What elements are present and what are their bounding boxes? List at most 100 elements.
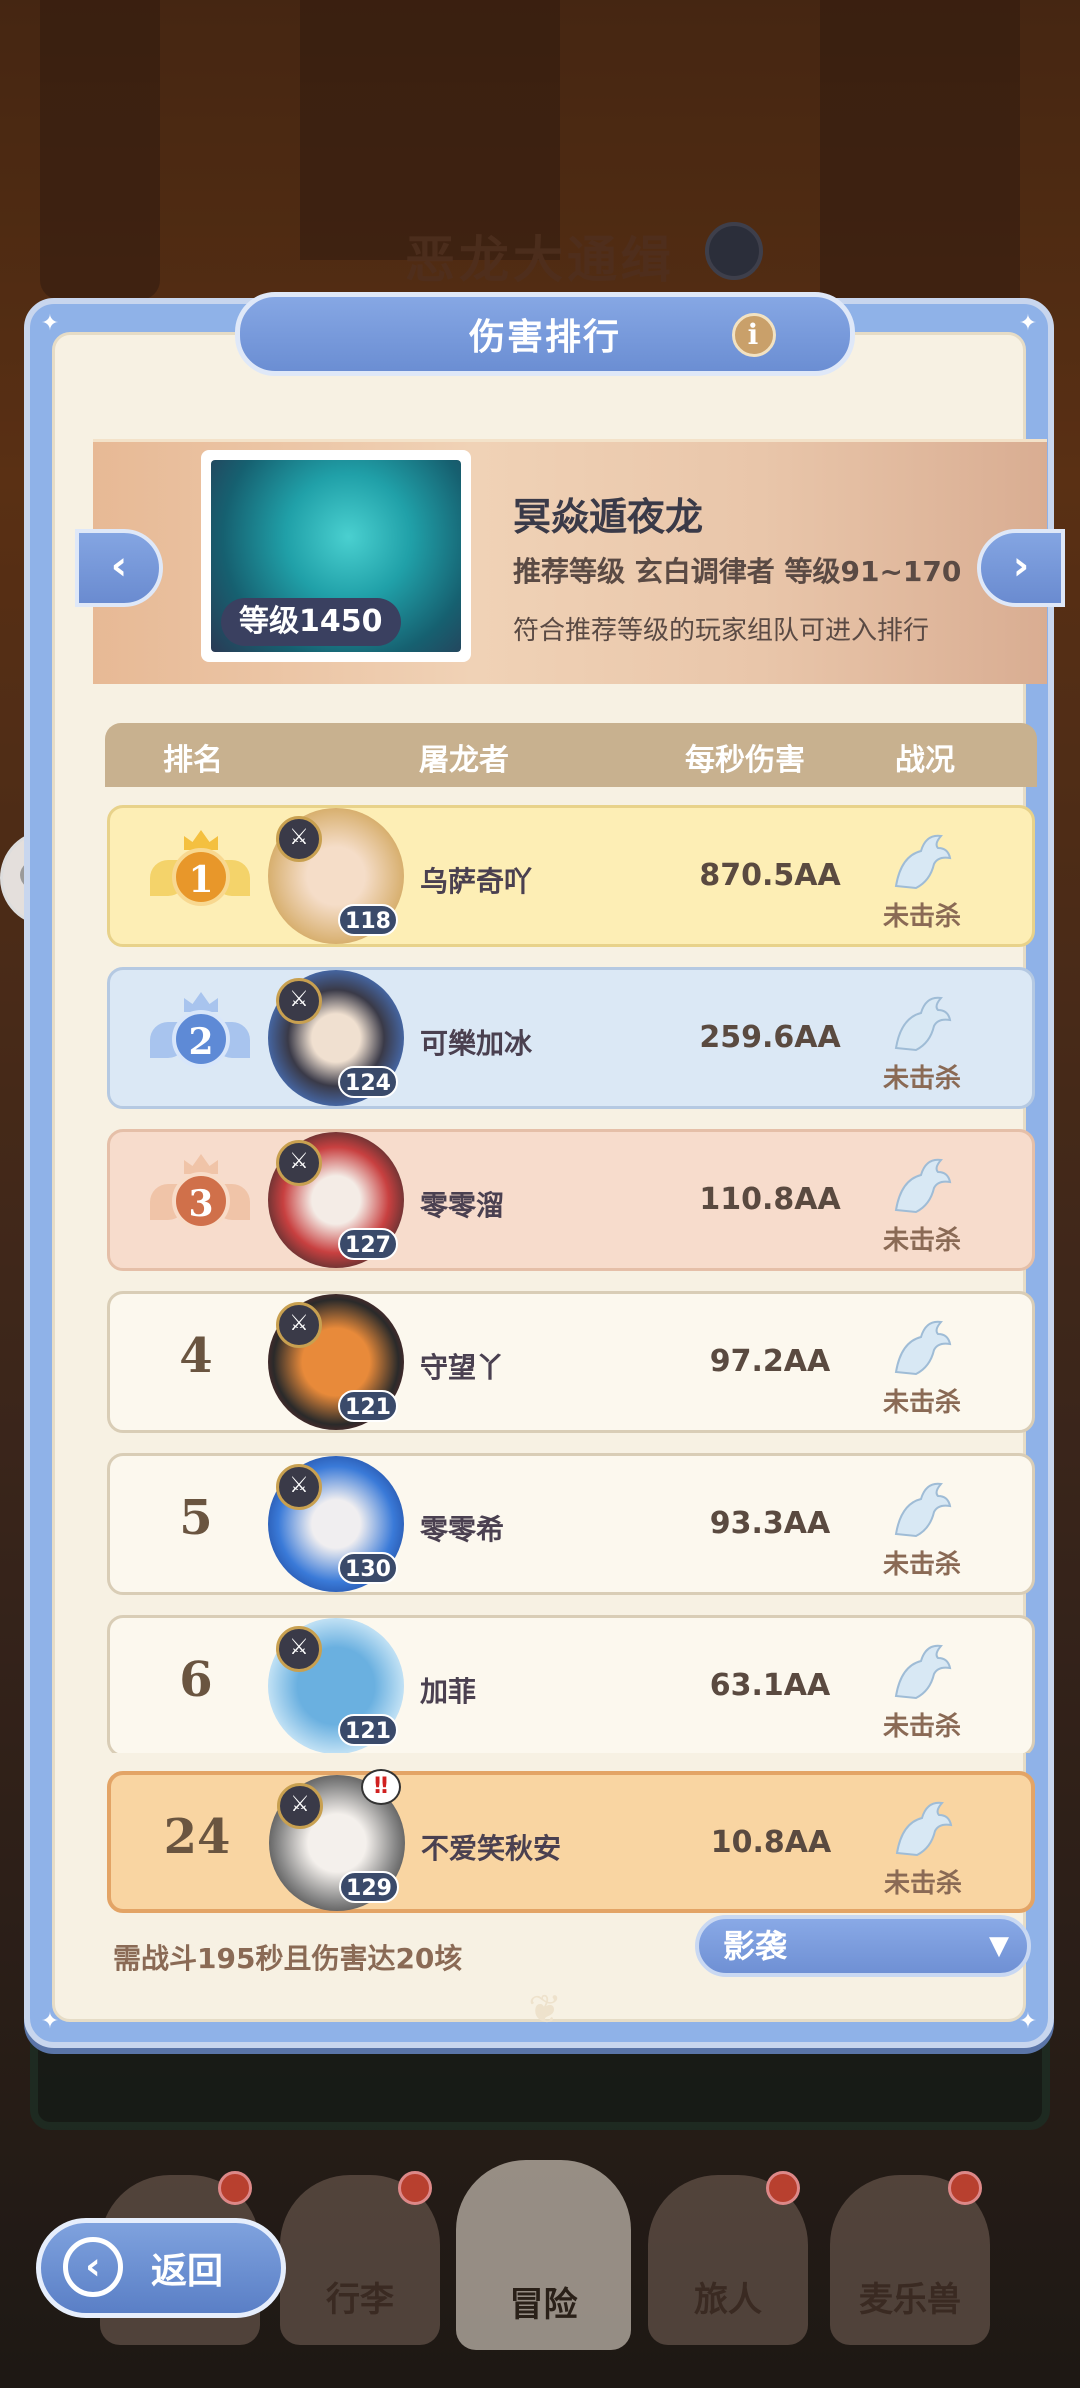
notification-dot-icon (218, 2171, 252, 2205)
nav-item-pet[interactable]: 麦乐兽 (830, 2171, 990, 2345)
corner-star-icon: ✦ (1018, 311, 1038, 336)
nav-item-adventure[interactable]: 冒险 (456, 2160, 631, 2350)
class-badge-icon: ⚔ (277, 1783, 323, 1829)
my-kill-status: 未击杀 (883, 1869, 962, 1899)
dragon-status-icon (894, 1644, 952, 1700)
nav-label-adventure: 冒险 (509, 2285, 578, 2325)
my-player-level: 129 (339, 1871, 399, 1903)
dragon-status-icon (894, 1482, 952, 1538)
kill-status: 未击杀 (882, 1550, 961, 1580)
my-ranking-row[interactable]: 24 ⚔ ‼ 129 不爱笑秋安 10.8AA 未击杀 (107, 1769, 1035, 1913)
ranking-list[interactable]: 1 ⚔ 118 乌萨奇吖 870.5AA 未击杀 2 ⚔ 124 可樂加冰 25… (107, 805, 1035, 1753)
avatar[interactable]: ⚔ 130 (268, 1456, 408, 1592)
player-level: 127 (338, 1228, 398, 1260)
medal-crown (184, 1154, 218, 1174)
my-player-name: 不爱笑秋安 (421, 1832, 562, 1865)
player-name: 乌萨奇吖 (420, 865, 533, 898)
kill-status: 未击杀 (882, 1064, 961, 1094)
ranking-row[interactable]: 2 ⚔ 124 可樂加冰 259.6AA 未击杀 (107, 967, 1035, 1109)
rank-number: 6 (179, 1652, 213, 1708)
player-dps: 110.8AA (699, 1182, 841, 1217)
avatar[interactable]: ⚔ 121 (268, 1294, 408, 1430)
panel-title: 伤害排行 (468, 317, 621, 358)
boss-requirement: 推荐等级 玄白调律者 等级91~170 (513, 555, 962, 588)
player-dps: 93.3AA (709, 1506, 831, 1541)
rank-number: 3 (172, 1172, 230, 1230)
player-dps: 259.6AA (699, 1020, 841, 1055)
player-name: 零零希 (420, 1513, 505, 1546)
class-badge-icon: ⚔ (276, 1302, 322, 1348)
ranking-requirement-note: 需战斗195秒且伤害达20垓 (113, 1942, 463, 1975)
player-name: 守望丫 (420, 1351, 505, 1384)
back-button[interactable]: ‹ 返回 (36, 2218, 286, 2318)
boss-banner: ‹ › 等级1450 冥焱遁夜龙 推荐等级 玄白调律者 等级91~170 符合推… (75, 439, 1065, 684)
class-badge-icon: ⚔ (276, 1464, 322, 1510)
rank-number: 4 (179, 1328, 213, 1384)
mode-selected-value: 影袭 (723, 1927, 788, 1965)
back-label: 返回 (151, 2251, 224, 2292)
boss-level-badge: 等级1450 (221, 598, 401, 646)
player-dps: 63.1AA (709, 1668, 831, 1703)
dragon-image: 等级1450 (211, 460, 461, 652)
dragon-status-icon (894, 996, 952, 1052)
header-slayer: 屠龙者 (419, 743, 509, 778)
chevron-down-icon: ▼ (989, 1931, 1009, 1961)
notification-dot-icon (398, 2171, 432, 2205)
panel-content: ‹ › 等级1450 冥焱遁夜龙 推荐等级 玄白调律者 等级91~170 符合推… (52, 332, 1065, 2033)
avatar[interactable]: ⚔ 121 (268, 1618, 408, 1753)
prev-boss-button[interactable]: ‹ (75, 529, 163, 607)
surprise-icon: ‼ (361, 1769, 401, 1805)
player-level: 121 (338, 1714, 398, 1746)
panel-title-bar: 伤害排行 i (235, 292, 855, 376)
mode-select-dropdown[interactable]: 影袭 ▼ (695, 1915, 1031, 1977)
nav-item-luggage[interactable]: 行李 (280, 2171, 440, 2345)
corner-star-icon: ✦ (40, 311, 60, 336)
header-status: 战况 (895, 743, 955, 778)
info-icon[interactable]: i (732, 313, 776, 357)
class-badge-icon: ⚔ (276, 1626, 322, 1672)
avatar[interactable]: ⚔ 118 (268, 808, 408, 944)
header-rank: 排名 (163, 743, 223, 778)
dragon-status-icon (895, 1801, 953, 1857)
notification-dot-icon (766, 2171, 800, 2205)
player-level: 130 (338, 1552, 398, 1584)
avatar[interactable]: ⚔ 127 (268, 1132, 408, 1268)
panel-ornament-icon: ❦ (528, 1987, 562, 2033)
ranking-table-header: 排名 屠龙者 每秒伤害 战况 (105, 723, 1037, 787)
ranking-row[interactable]: 5 ⚔ 130 零零希 93.3AA 未击杀 (107, 1453, 1035, 1595)
notification-dot-icon (948, 2171, 982, 2205)
kill-status: 未击杀 (882, 1712, 961, 1742)
rank-number: 1 (172, 848, 230, 906)
gold-medal-icon: 1 (150, 830, 250, 926)
player-dps: 870.5AA (699, 858, 841, 893)
kill-status: 未击杀 (882, 1388, 961, 1418)
back-arrow-icon: ‹ (63, 2237, 123, 2297)
ranking-row[interactable]: 3 ⚔ 127 零零溜 110.8AA 未击杀 (107, 1129, 1035, 1271)
my-avatar[interactable]: ⚔ ‼ 129 (269, 1769, 409, 1911)
ranking-row[interactable]: 1 ⚔ 118 乌萨奇吖 870.5AA 未击杀 (107, 805, 1035, 947)
dragon-status-icon (894, 1320, 952, 1376)
next-boss-button[interactable]: › (977, 529, 1065, 607)
rank-number: 5 (179, 1490, 213, 1546)
player-name: 可樂加冰 (420, 1027, 533, 1060)
player-level: 124 (338, 1066, 398, 1098)
dragon-status-icon (894, 834, 952, 890)
my-player-dps: 10.8AA (710, 1825, 832, 1860)
boss-name: 冥焱遁夜龙 (513, 495, 704, 539)
class-badge-icon: ⚔ (276, 978, 322, 1024)
ranking-row[interactable]: 4 ⚔ 121 守望丫 97.2AA 未击杀 (107, 1291, 1035, 1433)
player-name: 零零溜 (420, 1189, 505, 1222)
avatar[interactable]: ⚔ 124 (268, 970, 408, 1106)
nav-label-pet: 麦乐兽 (859, 2280, 961, 2320)
kill-status: 未击杀 (882, 1226, 961, 1256)
ranking-row[interactable]: 6 ⚔ 121 加菲 63.1AA 未击杀 (107, 1615, 1035, 1753)
medal-crown (184, 830, 218, 850)
dragon-status-icon (894, 1158, 952, 1214)
boss-note: 符合推荐等级的玩家组队可进入排行 (513, 616, 930, 646)
nav-label-traveler: 旅人 (694, 2280, 762, 2320)
bronze-medal-icon: 3 (150, 1154, 250, 1250)
player-name: 加菲 (420, 1675, 477, 1708)
medal-crown (184, 992, 218, 1012)
nav-item-traveler[interactable]: 旅人 (648, 2171, 808, 2345)
player-dps: 97.2AA (709, 1344, 831, 1379)
